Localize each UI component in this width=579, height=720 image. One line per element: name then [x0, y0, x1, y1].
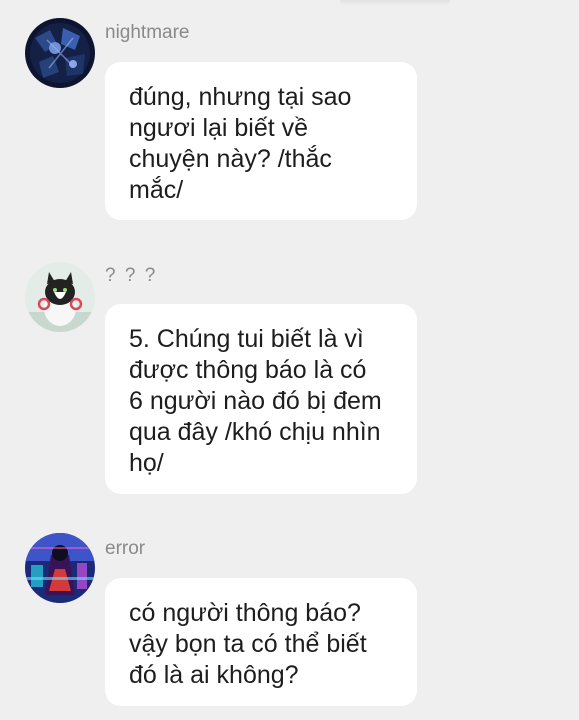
- message-bubble[interactable]: có người thông báo? vậy bọn ta có thể bi…: [105, 578, 417, 706]
- username-label: nightmare: [105, 22, 190, 43]
- message-bubble[interactable]: đúng, nhưng tại sao ngươi lại biết về ch…: [105, 62, 417, 220]
- top-edge-shadow: [340, 0, 450, 6]
- message-bubble[interactable]: 5. Chúng tui biết là vì được thông báo l…: [105, 304, 417, 494]
- message-text: đúng, nhưng tại sao ngươi lại biết về ch…: [129, 83, 352, 204]
- message-text: 5. Chúng tui biết là vì được thông báo l…: [129, 325, 382, 477]
- avatar-cat-icon[interactable]: [25, 262, 95, 332]
- username-label: ? ? ?: [105, 265, 158, 286]
- username-label: error: [105, 538, 146, 559]
- message-text: có người thông báo? vậy bọn ta có thể bi…: [129, 599, 367, 689]
- avatar-nightmare-icon[interactable]: [25, 18, 95, 88]
- avatar-error-icon[interactable]: [25, 533, 95, 603]
